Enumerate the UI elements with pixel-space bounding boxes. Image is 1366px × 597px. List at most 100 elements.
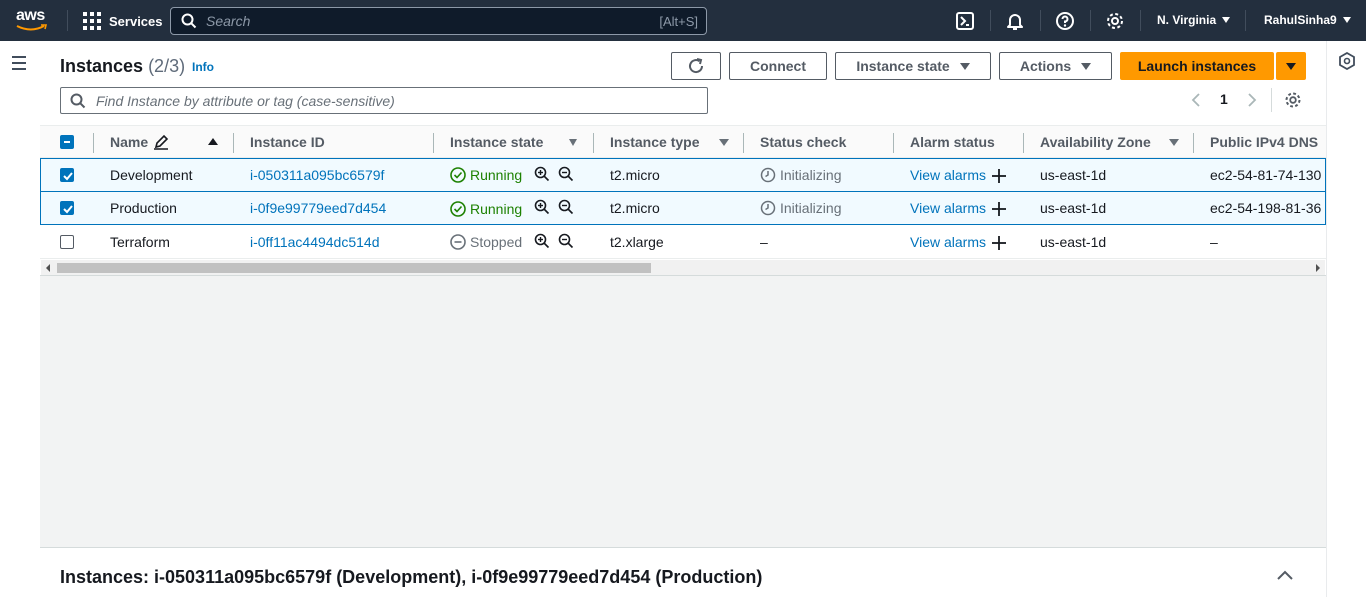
search-placeholder: Search [206, 13, 251, 29]
zoom-out-icon[interactable] [558, 166, 574, 182]
column-divider [1193, 133, 1194, 153]
row-checkbox[interactable] [60, 235, 74, 249]
grid-icon [83, 12, 101, 30]
tools-hexagon-icon[interactable] [1339, 52, 1355, 70]
status-check-value: – [760, 234, 768, 250]
refresh-button[interactable] [671, 52, 721, 80]
instance-state-button[interactable]: Instance state [835, 52, 991, 80]
column-divider [743, 133, 744, 153]
zoom-out-icon[interactable] [558, 199, 574, 215]
instance-type-value: t2.micro [610, 200, 660, 216]
launch-instances-button[interactable]: Launch instances [1120, 52, 1274, 80]
table-preferences-gear-icon[interactable] [1284, 91, 1302, 109]
scroll-left-arrow-icon[interactable] [46, 264, 50, 272]
next-page-icon[interactable] [1246, 92, 1258, 108]
instance-id-link[interactable]: i-050311a095bc6579f [250, 167, 384, 183]
instance-name: Terraform [110, 234, 170, 250]
instance-type-value: t2.xlarge [610, 234, 664, 250]
refresh-icon [689, 58, 704, 74]
availability-zone-value: us-east-1d [1040, 200, 1107, 216]
services-menu-button[interactable]: Services [83, 11, 163, 31]
column-header-instance-state[interactable]: Instance state [450, 134, 543, 150]
filter-triangle-icon[interactable] [569, 139, 577, 146]
add-alarm-plus-icon[interactable] [991, 235, 1007, 251]
help-icon[interactable] [1055, 11, 1075, 31]
info-link[interactable]: Info [192, 60, 214, 74]
view-alarms-link[interactable]: View alarms [910, 234, 986, 250]
row-checkbox[interactable] [60, 168, 74, 182]
column-header-instance-type[interactable]: Instance type [610, 134, 699, 150]
instance-id-link[interactable]: i-0ff11ac4494dc514d [250, 234, 379, 250]
zoom-out-icon[interactable] [558, 233, 574, 249]
column-divider [593, 133, 594, 153]
search-icon [181, 13, 197, 29]
select-all-checkbox[interactable] [60, 135, 74, 149]
search-icon [70, 93, 86, 108]
table-row[interactable]: Terraform i-0ff11ac4494dc514d Stopped t2… [40, 225, 1326, 259]
caret-down-icon [959, 62, 970, 70]
settings-gear-icon[interactable] [1105, 11, 1125, 31]
previous-page-icon[interactable] [1190, 92, 1202, 108]
zoom-in-icon[interactable] [534, 166, 550, 182]
add-alarm-plus-icon[interactable] [991, 168, 1007, 184]
row-checkbox[interactable] [60, 201, 74, 215]
aws-logo[interactable]: aws [16, 8, 50, 34]
sort-ascending-icon[interactable] [208, 138, 218, 145]
launch-instances-dropdown[interactable] [1276, 52, 1306, 80]
actions-label: Actions [1019, 58, 1072, 74]
status-check-value: Initializing [780, 200, 842, 216]
collapse-chevron-up-icon[interactable] [1276, 569, 1294, 581]
nav-divider [1040, 10, 1041, 31]
menu-hamburger-icon[interactable] [12, 56, 26, 74]
column-header-status-check[interactable]: Status check [760, 134, 846, 150]
column-header-instance-id[interactable]: Instance ID [250, 134, 325, 150]
horizontal-scrollbar[interactable] [41, 260, 1325, 275]
column-header-name[interactable]: Name [110, 134, 148, 150]
account-menu[interactable]: RahulSinha9 [1264, 13, 1351, 27]
page-number[interactable]: 1 [1220, 91, 1228, 107]
view-alarms-link[interactable]: View alarms [910, 167, 986, 183]
table-row[interactable]: Production i-0f9e99779eed7d454 Running t… [40, 191, 1326, 225]
column-header-alarm-status[interactable]: Alarm status [910, 134, 995, 150]
scrollbar-thumb[interactable] [57, 263, 651, 273]
filter-triangle-icon[interactable] [1169, 139, 1179, 146]
filter-triangle-icon[interactable] [719, 139, 729, 146]
zoom-in-icon[interactable] [534, 233, 550, 249]
public-dns-value: – [1210, 234, 1218, 250]
instance-id-link[interactable]: i-0f9e99779eed7d454 [250, 200, 386, 216]
region-label: N. Virginia [1157, 13, 1217, 27]
column-divider [433, 133, 434, 153]
edit-pencil-icon[interactable] [153, 134, 169, 150]
global-search-input[interactable]: Search [Alt+S] [170, 7, 707, 35]
notifications-bell-icon[interactable] [1005, 11, 1025, 31]
add-alarm-plus-icon[interactable] [991, 201, 1007, 217]
availability-zone-value: us-east-1d [1040, 167, 1107, 183]
connect-button[interactable]: Connect [729, 52, 827, 80]
caret-down-icon [1222, 17, 1231, 23]
instance-state-value: Running [470, 167, 523, 183]
instances-panel: Instances (2/3) Info Connect Instance st… [40, 41, 1326, 276]
instance-filter-input[interactable]: Find Instance by attribute or tag (case-… [60, 87, 708, 114]
cloudshell-icon[interactable] [955, 11, 975, 31]
public-dns-value: ec2-54-198-81-36 [1210, 200, 1322, 216]
caret-down-icon [1081, 62, 1092, 70]
availability-zone-value: us-east-1d [1040, 234, 1107, 250]
page-title: Instances (2/3) [60, 56, 185, 77]
column-header-availability-zone[interactable]: Availability Zone [1040, 134, 1151, 150]
scroll-right-arrow-icon[interactable] [1316, 264, 1320, 272]
table-header: Name Instance ID Instance state Instance… [40, 125, 1326, 158]
view-alarms-link[interactable]: View alarms [910, 200, 986, 216]
services-label: Services [109, 13, 163, 29]
region-selector[interactable]: N. Virginia [1157, 13, 1231, 27]
column-divider [1023, 133, 1024, 153]
nav-divider [1140, 10, 1141, 31]
column-header-name-label: Name [110, 134, 149, 150]
instance-state-value: Stopped [470, 234, 523, 250]
actions-button[interactable]: Actions [999, 52, 1112, 80]
zoom-in-icon[interactable] [534, 199, 550, 215]
nav-divider [67, 10, 68, 31]
column-header-public-dns[interactable]: Public IPv4 DNS [1210, 134, 1318, 150]
public-dns-value: ec2-54-81-74-130 [1210, 167, 1322, 183]
instance-name: Production [110, 200, 177, 216]
table-row[interactable]: Development i-050311a095bc6579f Running … [40, 158, 1326, 192]
